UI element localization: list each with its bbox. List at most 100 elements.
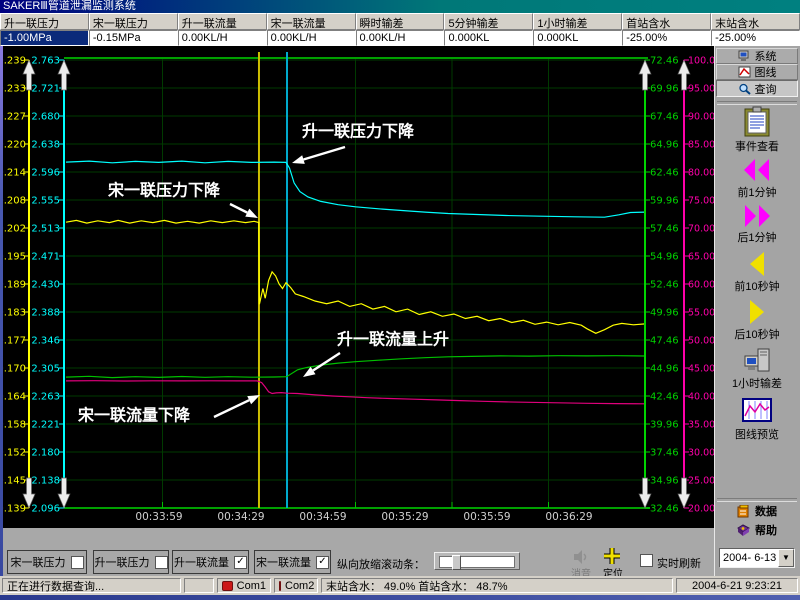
axis-tick-label: 2.388 xyxy=(31,308,60,319)
axis-tick-label: 62.46 xyxy=(650,168,679,179)
realtime-refresh-label: 实时刷新 xyxy=(657,555,701,571)
vertical-zoom-slider[interactable] xyxy=(434,552,520,570)
axis-tick-label: 59.96 xyxy=(650,196,679,207)
x-tick-label: 00:33:59 xyxy=(135,511,182,523)
axis-tick-label: 75.00 xyxy=(688,196,714,207)
help-button[interactable]: 帮助 xyxy=(716,521,798,538)
realtime-refresh-checkbox[interactable] xyxy=(640,554,653,567)
axis-tick-label: 2.721 xyxy=(31,84,60,95)
sidebar-item-curves[interactable]: 图线 xyxy=(716,64,798,80)
header-value[interactable]: -0.15MPa xyxy=(89,30,178,46)
header-label: 宋一联压力 xyxy=(89,13,178,30)
water-content-status: 末站含水： 49.0% 首站含水： 48.7% xyxy=(321,578,673,593)
dropdown-arrow-icon[interactable]: ▼ xyxy=(778,549,794,567)
sidebar-item-label: 查询 xyxy=(755,81,777,97)
app-window: SAKERⅢ管道泄漏监测系统 升一联压力宋一联压力升一联流量宋一联流量瞬时输差5… xyxy=(0,0,800,600)
header-label: 升一联流量 xyxy=(178,13,267,30)
date-value: 2004- 6-13 xyxy=(723,552,776,564)
axis-tick-label: 85.00 xyxy=(688,140,714,151)
axis-tick-label: 30.00 xyxy=(688,448,714,459)
left-border-strip xyxy=(0,46,3,576)
status-datetime: 2004-6-21 9:23:21 xyxy=(676,578,798,593)
curve-preview-button[interactable] xyxy=(715,398,799,427)
com1-indicator: Com1 xyxy=(217,578,271,593)
header-label: 宋一联流量 xyxy=(267,13,356,30)
event-view-label: 事件查看 xyxy=(715,138,799,154)
axis-tick-label: 35.00 xyxy=(688,420,714,431)
vertical-zoom-label: 纵向放缩滚动条： xyxy=(337,556,425,572)
header-value[interactable]: 0.00KL/H xyxy=(267,30,356,46)
trend-chart[interactable]: 0.2390.2330.2270.2200.2140.2080.2020.195… xyxy=(0,46,714,528)
header-value[interactable]: 0.00KL/H xyxy=(178,30,267,46)
axis-tick-label: 34.96 xyxy=(650,476,679,487)
date-select[interactable]: 2004- 6-13 ▼ xyxy=(719,548,795,568)
data-button[interactable]: 数据 xyxy=(716,502,798,519)
axis-tick-label: 90.00 xyxy=(688,112,714,123)
header-value[interactable]: -1.00MPa xyxy=(0,30,89,46)
header-value[interactable]: -25.00% xyxy=(622,30,711,46)
x-tick-label: 00:36:29 xyxy=(545,511,592,523)
axis-tick-label: 44.96 xyxy=(650,364,679,375)
axis-tick-label: 45.00 xyxy=(688,364,714,375)
legend-checkbox[interactable] xyxy=(71,556,84,569)
axis-tick-label: 20.00 xyxy=(688,504,714,515)
header-value[interactable]: 0.000KL xyxy=(444,30,533,46)
sidebar: 系统 图线 查询 事件查看 前1分钟 xyxy=(714,46,800,576)
sidebar-item-query[interactable]: 查询 xyxy=(716,80,798,97)
axis-tick-label: 2.096 xyxy=(31,504,60,515)
legend-sheng-pressure[interactable]: 升一联压力 xyxy=(93,550,169,574)
legend-song-pressure[interactable]: 宋一联压力 xyxy=(7,550,87,574)
axis-tick-label: 0.233 xyxy=(0,84,26,95)
header-value[interactable]: 0.00KL/H xyxy=(356,30,445,46)
slider-thumb[interactable] xyxy=(452,555,461,570)
legend-checkbox[interactable]: ✓ xyxy=(316,556,329,569)
axis-tick-label: 47.46 xyxy=(650,336,679,347)
slider-track[interactable] xyxy=(439,556,515,568)
axis-tick-label: 2.596 xyxy=(31,168,60,179)
axis-tick-label: 2.305 xyxy=(31,364,60,375)
legend-song-flow[interactable]: 宋一联流量 ✓ xyxy=(254,550,331,574)
axis-tick-label: 54.96 xyxy=(650,252,679,263)
axis-tick-label: 2.680 xyxy=(31,112,60,123)
bottom-control-panel: 宋一联压力 升一联压力 升一联流量 ✓ 宋一联流量 ✓ 纵向放缩滚动条： 消音 xyxy=(0,528,714,576)
x-tick-label: 00:34:29 xyxy=(217,511,264,523)
header-label: 末站含水 xyxy=(711,13,800,30)
axis-tick-label: 0.214 xyxy=(0,168,26,179)
sidebar-separator xyxy=(717,101,797,105)
com1-led xyxy=(222,581,233,591)
axis-tick-label: 40.00 xyxy=(688,392,714,403)
axis-tick-label: 0.220 xyxy=(0,140,26,151)
axis-tick-label: 0.227 xyxy=(0,112,26,123)
axis-tick-label: 0.202 xyxy=(0,224,26,235)
chart-background xyxy=(0,46,714,528)
back-10sec-label: 前10秒钟 xyxy=(715,278,799,294)
legend-checkbox[interactable] xyxy=(155,556,168,569)
axis-tick-label: 2.221 xyxy=(31,420,60,431)
legend-label: 宋一联流量 xyxy=(256,554,311,570)
axis-tick-label: 95.00 xyxy=(688,84,714,95)
legend-label: 宋一联压力 xyxy=(11,554,66,570)
axis-tick-label: 2.763 xyxy=(31,56,60,67)
search-icon xyxy=(738,83,751,95)
sidebar-item-system[interactable]: 系统 xyxy=(716,48,798,64)
legend-checkbox[interactable]: ✓ xyxy=(234,556,247,569)
help-button-label: 帮助 xyxy=(755,522,777,538)
legend-label: 升一联流量 xyxy=(174,554,229,570)
curve-preview-icon xyxy=(742,398,772,427)
axis-tick-label: 67.46 xyxy=(650,112,679,123)
axis-tick-label: 37.46 xyxy=(650,448,679,459)
help-book-icon xyxy=(737,524,750,536)
window-bottom-edge xyxy=(0,595,800,600)
axis-tick-label: 0.152 xyxy=(0,448,26,459)
axis-tick-label: 32.46 xyxy=(650,504,679,515)
legend-sheng-flow[interactable]: 升一联流量 ✓ xyxy=(172,550,249,574)
system-icon xyxy=(738,50,751,62)
axis-tick-label: 25.00 xyxy=(688,476,714,487)
header-value[interactable]: 0.000KL xyxy=(533,30,622,46)
axis-tick-label: 2.180 xyxy=(31,448,60,459)
back-1min-label: 前1分钟 xyxy=(715,184,799,200)
header-value[interactable]: -25.00% xyxy=(711,30,800,46)
back-1min-button[interactable] xyxy=(715,158,799,187)
axis-tick-label: 2.513 xyxy=(31,224,60,235)
annotation-text: 升一联流量上升 xyxy=(337,329,449,348)
